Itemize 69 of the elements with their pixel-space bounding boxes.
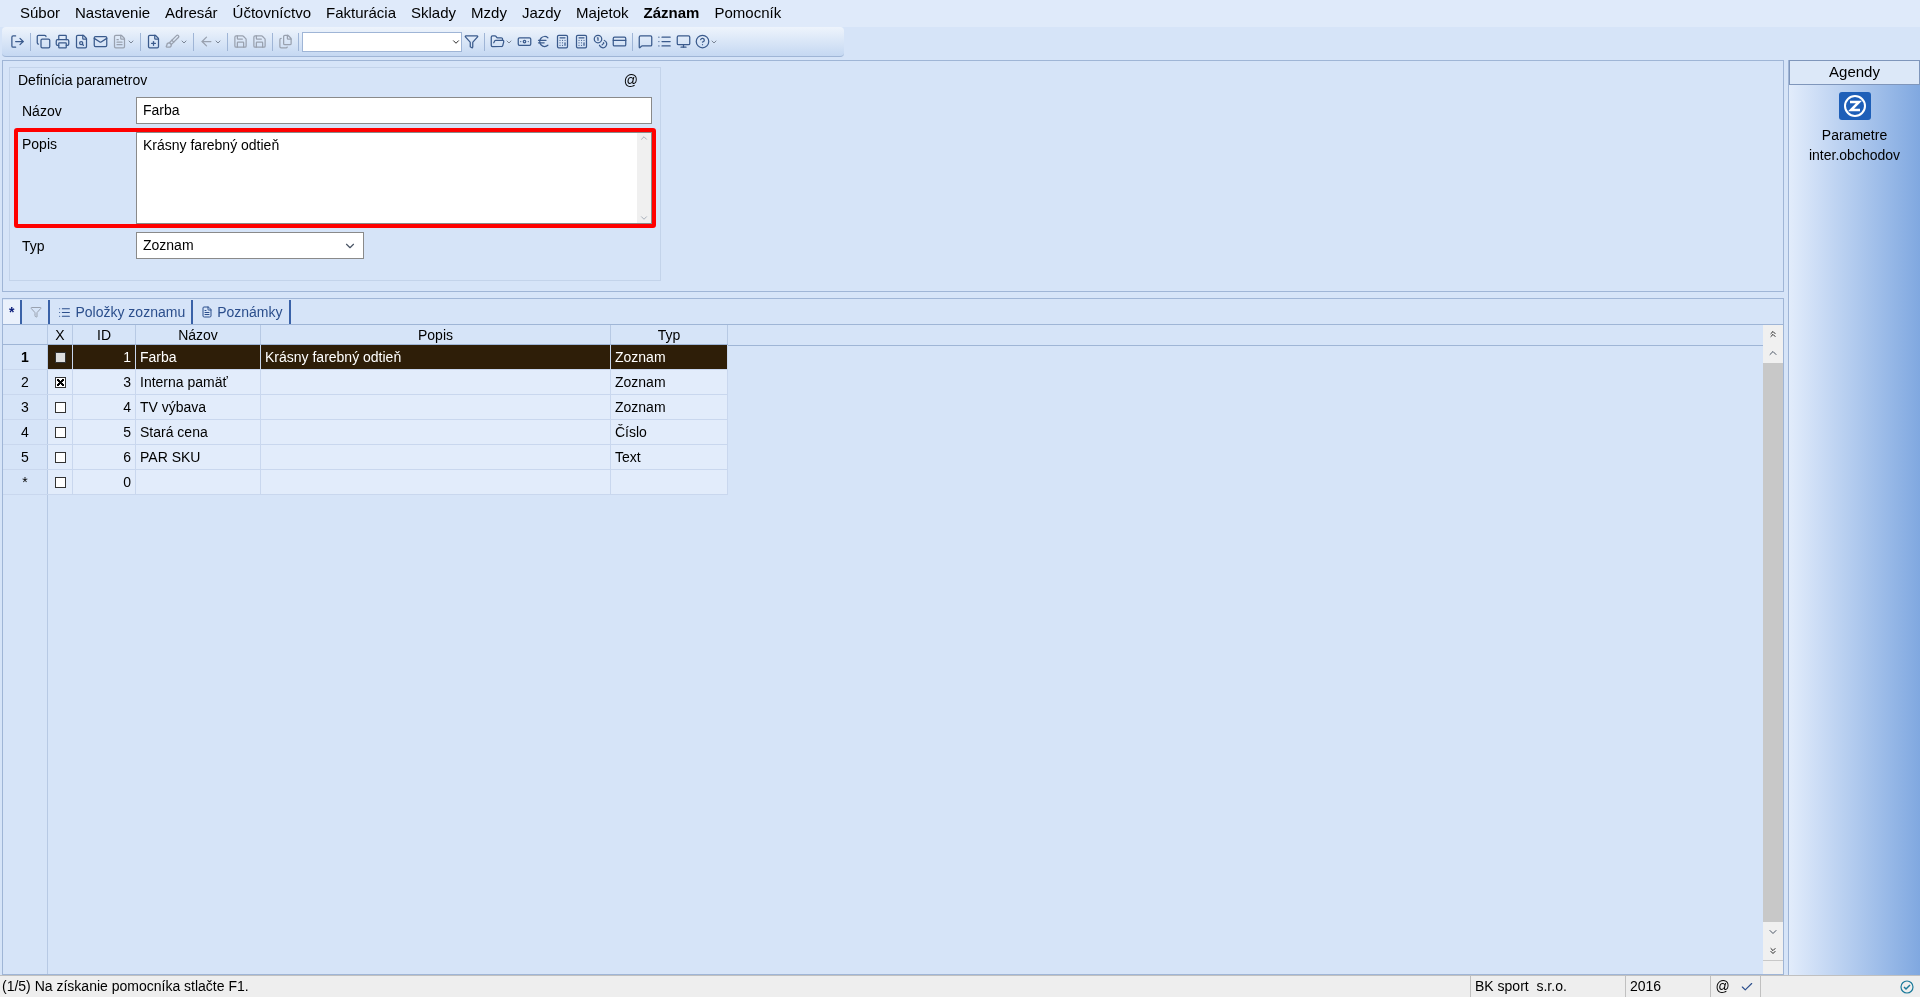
row-number: 4	[3, 420, 48, 444]
table-cell-text: Stará cena	[140, 422, 208, 442]
table-cell-text: Krásny farebný odtieň	[265, 347, 402, 367]
menu-item[interactable]: Záznam	[643, 2, 700, 25]
menu-item[interactable]: Nastavenie	[75, 2, 151, 25]
menu-item[interactable]: Sklady	[411, 2, 457, 25]
form-title: Definícia parametrov	[18, 71, 148, 90]
table-cell-text: TV výbava	[140, 397, 207, 417]
row-number: 2	[3, 370, 48, 394]
field-label: Popis	[21, 135, 59, 154]
agenda-icon	[1837, 90, 1872, 121]
column-header[interactable]: ID	[73, 325, 136, 344]
table-cell-text: PAR SKU	[140, 447, 201, 467]
table-cell-text: Zoznam	[615, 372, 666, 392]
field-label: Typ	[21, 237, 46, 256]
table-cell-text: 4	[123, 397, 131, 417]
scroll-bottom-button[interactable]	[1763, 942, 1783, 960]
row-number: *	[3, 470, 48, 494]
column-header[interactable]: Názov	[136, 325, 261, 344]
table-cell-text: Číslo	[615, 422, 647, 442]
list-icon	[58, 305, 72, 319]
row-number: 3	[3, 395, 48, 419]
menu-item[interactable]: Účtovníctvo	[232, 2, 311, 25]
checkbox[interactable]	[54, 401, 66, 413]
scroll-top-button[interactable]	[1763, 325, 1783, 343]
year: 2016	[1625, 976, 1710, 997]
vertical-scrollbar[interactable]	[1763, 325, 1783, 974]
company-name: BK sport s.r.o.	[1470, 976, 1625, 997]
double-up-icon	[1768, 329, 1778, 339]
name-field[interactable]: Farba	[136, 97, 652, 124]
table-cell-text: Farba	[140, 347, 177, 367]
menu-item[interactable]: Majetok	[576, 2, 629, 25]
table-cell-text: Zoznam	[615, 347, 666, 367]
checkbox[interactable]	[54, 376, 66, 388]
column-header[interactable]: Typ	[611, 325, 728, 344]
checkbox[interactable]	[54, 351, 66, 363]
table-cell-text: 6	[123, 447, 131, 467]
row-number: 1	[3, 345, 48, 369]
menu-item[interactable]: Adresár	[165, 2, 218, 25]
menu-item[interactable]: Mzdy	[471, 2, 507, 25]
table-cell-text: 5	[123, 422, 131, 442]
document-icon	[201, 306, 214, 318]
menu-item[interactable]: Pomocník	[714, 2, 782, 25]
row-number: 5	[3, 445, 48, 469]
checkbox[interactable]	[54, 451, 66, 463]
status-message: (1/5) Na získanie pomocníka stlačte F1.	[2, 977, 250, 996]
at-sign: @	[623, 71, 638, 90]
ok-icon	[1900, 979, 1914, 994]
panel-title: Agendy	[1789, 60, 1920, 85]
table-cell-text: 0	[123, 472, 131, 492]
menu-item[interactable]: Jazdy	[521, 2, 562, 25]
menu-item[interactable]: Fakturácia	[326, 2, 396, 25]
checkbox[interactable]	[54, 426, 66, 438]
tab[interactable]: *	[3, 300, 23, 324]
type-dropdown[interactable]: Zoznam	[136, 232, 364, 259]
filter-icon	[30, 306, 43, 318]
agenda-item[interactable]: Parametre inter.obchodov	[1799, 90, 1910, 165]
table-cell-text: Zoznam	[615, 397, 666, 417]
double-down-icon	[1768, 946, 1778, 956]
column-header[interactable]: X	[48, 325, 73, 344]
checkbox[interactable]	[54, 476, 66, 488]
table-cell-text: Text	[615, 447, 641, 467]
menu-item[interactable]: Súbor	[20, 2, 61, 25]
field-label: Názov	[21, 102, 63, 121]
column-header[interactable]: Popis	[261, 325, 611, 344]
table-cell-text: Interna pamäť	[140, 372, 228, 392]
table-cell-text: 1	[123, 347, 131, 367]
status-at-sign: @	[1710, 976, 1734, 997]
table-cell-text: 3	[123, 372, 131, 392]
